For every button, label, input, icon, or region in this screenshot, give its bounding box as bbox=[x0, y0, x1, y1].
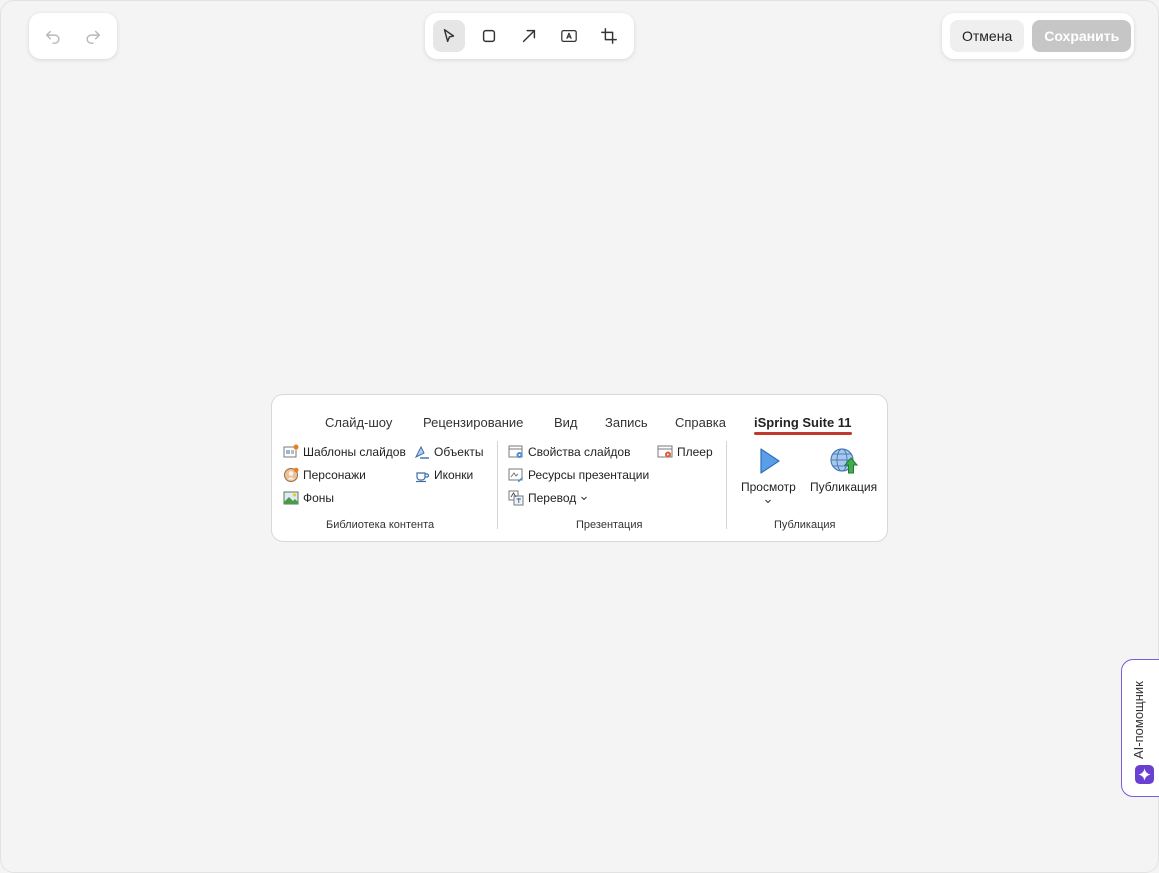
slide-properties-icon bbox=[508, 445, 523, 458]
ribbon-screenshot: Слайд-шоу Рецензирование Вид Запись Спра… bbox=[271, 394, 888, 542]
publish-globe-icon bbox=[829, 448, 858, 474]
drawing-toolbar bbox=[425, 13, 634, 59]
characters-label: Персонажи bbox=[303, 468, 366, 482]
play-icon bbox=[760, 448, 781, 474]
cursor-icon bbox=[443, 28, 455, 43]
redo-button[interactable] bbox=[77, 20, 109, 52]
redo-icon bbox=[86, 30, 101, 44]
crop-icon bbox=[601, 28, 617, 44]
cancel-button[interactable]: Отмена bbox=[950, 20, 1025, 52]
characters-icon bbox=[284, 467, 299, 482]
content-library-group-label: Библиотека контента bbox=[326, 519, 435, 531]
tab-record[interactable]: Запись bbox=[605, 415, 648, 430]
undo-button[interactable] bbox=[37, 20, 69, 52]
arrow-icon bbox=[522, 29, 536, 43]
presentation-group-label: Презентация bbox=[576, 519, 643, 531]
ai-assistant-label: AI-помощник bbox=[1131, 681, 1146, 759]
presentation-resources-icon bbox=[508, 468, 523, 482]
presentation-resources-label: Ресурсы презентации bbox=[528, 468, 650, 482]
player-label: Плеер bbox=[677, 445, 713, 459]
objects-button[interactable]: Объекты bbox=[414, 444, 484, 460]
backgrounds-icon bbox=[283, 491, 299, 505]
ribbon-tabs: Слайд-шоу Рецензирование Вид Запись Спра… bbox=[272, 415, 887, 435]
crop-tool-button[interactable] bbox=[593, 20, 625, 52]
publishing-group-label: Публикация bbox=[774, 519, 836, 531]
translation-label: Перевод bbox=[528, 491, 577, 505]
group-separator bbox=[726, 441, 727, 529]
backgrounds-label: Фоны bbox=[303, 491, 335, 505]
slide-templates-label: Шаблоны слайдов bbox=[303, 445, 406, 459]
player-icon bbox=[657, 445, 673, 458]
chevron-down-icon bbox=[765, 499, 772, 504]
translation-button[interactable]: Перевод bbox=[508, 490, 588, 506]
objects-label: Объекты bbox=[434, 445, 484, 459]
preview-label: Просмотр bbox=[741, 480, 796, 494]
undo-icon bbox=[45, 30, 60, 44]
tab-help[interactable]: Справка bbox=[675, 415, 726, 430]
backgrounds-button[interactable]: Фоны bbox=[283, 490, 334, 506]
square-icon bbox=[482, 29, 496, 43]
group-separator bbox=[497, 441, 498, 529]
slide-properties-button[interactable]: Свойства слайдов bbox=[508, 444, 630, 460]
slide-templates-button[interactable]: Шаблоны слайдов bbox=[283, 444, 406, 460]
select-tool-button[interactable] bbox=[433, 20, 465, 52]
icons-label: Иконки bbox=[434, 468, 474, 482]
publish-label: Публикация bbox=[810, 480, 878, 494]
characters-button[interactable]: Персонажи bbox=[283, 467, 366, 483]
icons-button[interactable]: Иконки bbox=[414, 467, 473, 483]
presentation-resources-button[interactable]: Ресурсы презентации bbox=[508, 467, 649, 483]
player-button[interactable]: Плеер bbox=[657, 444, 713, 460]
save-button[interactable]: Сохранить bbox=[1032, 20, 1132, 52]
translation-icon bbox=[508, 490, 524, 506]
arrow-tool-button[interactable] bbox=[513, 20, 545, 52]
active-tab-indicator bbox=[754, 432, 852, 435]
slide-properties-label: Свойства слайдов bbox=[528, 445, 631, 459]
publish-button[interactable]: Публикация bbox=[810, 446, 877, 494]
rectangle-tool-button[interactable] bbox=[473, 20, 505, 52]
chevron-down-icon bbox=[581, 496, 588, 501]
text-tool-button[interactable] bbox=[553, 20, 585, 52]
tab-ispring-suite[interactable]: iSpring Suite 11 bbox=[754, 415, 852, 430]
text-box-icon bbox=[561, 29, 577, 43]
sparkle-icon bbox=[1135, 765, 1154, 784]
tab-slideshow[interactable]: Слайд-шоу bbox=[325, 415, 392, 430]
preview-button[interactable]: Просмотр bbox=[741, 446, 796, 509]
tab-review[interactable]: Рецензирование bbox=[423, 415, 523, 430]
objects-icon bbox=[414, 445, 429, 459]
action-toolbar: Отмена Сохранить bbox=[942, 13, 1134, 59]
slide-templates-icon bbox=[283, 444, 299, 458]
icons-icon bbox=[416, 472, 430, 483]
tab-view[interactable]: Вид bbox=[554, 415, 578, 430]
history-toolbar bbox=[29, 13, 117, 59]
ai-assistant-tab[interactable]: AI-помощник bbox=[1121, 659, 1159, 797]
